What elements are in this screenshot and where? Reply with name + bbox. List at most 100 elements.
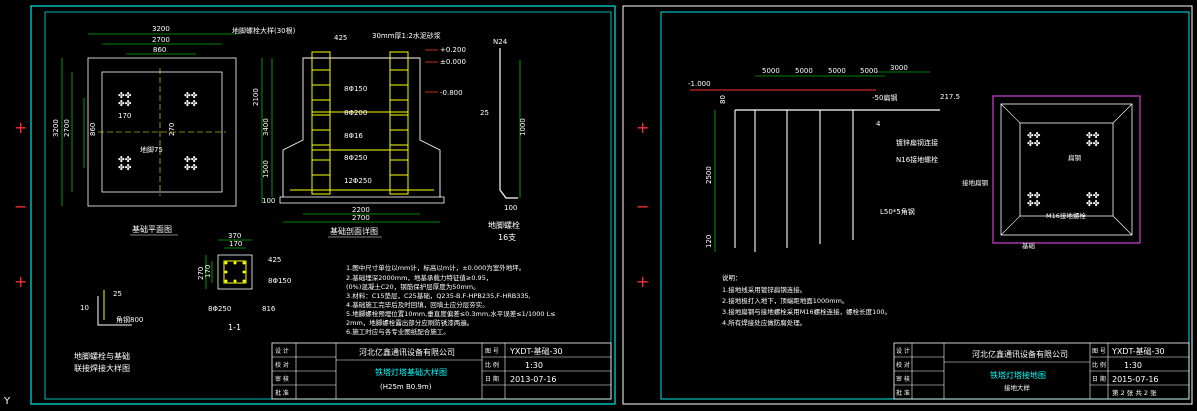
- rebar-label: 8Φ150: [268, 277, 291, 285]
- dim-label: 1500: [262, 160, 270, 178]
- level-label: +0.200: [440, 46, 466, 54]
- meta-label: 图 号: [485, 348, 499, 355]
- drawing-subtitle: 接地大样: [1004, 383, 1031, 392]
- row-label: 设 计: [275, 347, 289, 355]
- marker-plus: +: [636, 118, 649, 137]
- bolt-view-title: 地脚螺栓: [488, 220, 520, 230]
- marker-plus: +: [636, 272, 649, 291]
- row-label: 审 核: [896, 375, 910, 383]
- note-line: 2.接地极打入地下，顶端距地面1000mm。: [722, 296, 848, 305]
- bolt-group-icon: ✤✤: [184, 163, 198, 172]
- marker-minus: −: [636, 197, 649, 216]
- row-label: 批 准: [896, 389, 910, 397]
- note-line: 6.施工时应与各专业图纸配合施工。: [346, 327, 450, 336]
- rebar-label: 425: [268, 256, 281, 264]
- anchor-bolt-shape: [499, 48, 518, 199]
- left-markers: + − +: [14, 118, 27, 291]
- marker-plus: +: [14, 118, 27, 137]
- note-line: 1.图中尺寸单位以mm计，标高以m计，±0.000为室外地坪。: [346, 263, 525, 272]
- column-section: [217, 254, 253, 290]
- dim-label: 170: [229, 240, 242, 248]
- elevation-label: N16接地螺栓: [896, 155, 938, 164]
- dim-label: 1000: [519, 118, 527, 136]
- note-line: 5.地脚螺栓预埋位置10mm,垂直度偏差≤0.3mm,水平误差≤1/1000 L…: [346, 309, 556, 318]
- company-name: 河北亿鑫通讯设备有限公司: [359, 347, 455, 357]
- section-view: 425 2100 3400 1500 100 2200 2700 +0.200 …: [252, 31, 466, 238]
- dim-label: 3200: [52, 119, 60, 137]
- rebar-label: 8Φ250: [208, 305, 231, 313]
- bolt-group-icon: ✤✤: [1086, 199, 1100, 208]
- dim-label: 25: [113, 290, 122, 298]
- drawing-title: 铁塔灯塔基础大样图: [375, 367, 447, 377]
- anchor-bolt-groups: ✤✤ ✤✤ ✤✤ ✤✤ ✤✤ ✤✤ ✤✤ ✤✤: [118, 91, 198, 172]
- dim-label: 5000: [860, 67, 878, 75]
- section-1-1: 370 170 270 170 425 8Φ150 8Φ250 816 1-1: [197, 232, 291, 332]
- bolt-group-icon: ✤✤: [1027, 139, 1041, 148]
- section-text: 425 2100 3400 1500 100 2200 2700 +0.200 …: [252, 31, 466, 222]
- marker-plus: +: [14, 272, 27, 291]
- dim-label: 2100: [252, 88, 260, 106]
- dim-label: 100: [262, 197, 275, 205]
- grounding-plan-text: 扁钢 接地扁钢 M16接地螺栓 基础: [962, 153, 1086, 250]
- dim-label: 425: [334, 34, 347, 42]
- meta-label: 日 期: [485, 375, 499, 383]
- plan-label: 地脚螺栓大样(30根): [232, 26, 296, 35]
- grounding-detail: 25 10 角钢800 地脚螺栓与基础 联接焊接大样图: [74, 290, 143, 373]
- elevation-label: -50扁钢: [872, 93, 897, 102]
- row-label: 批 准: [275, 389, 289, 397]
- dim-label: 217.5: [940, 93, 960, 101]
- rebar-label: 8Φ250: [344, 154, 367, 162]
- drawing-date: 2013-07-16: [510, 375, 557, 384]
- dim-label: 3400: [262, 118, 270, 136]
- section-view-title: 基础剖面详图: [330, 226, 378, 236]
- ucs-label: Y: [3, 396, 11, 407]
- dim-label: 860: [89, 123, 97, 136]
- dim-label: 860: [153, 46, 166, 54]
- note-line: 1.接地线采用镀锌扁钢连接。: [722, 285, 806, 294]
- rebar-label: 8Φ16: [344, 132, 363, 140]
- dim-label: 5000: [762, 67, 780, 75]
- dim-label: 100: [504, 204, 517, 212]
- foundation-base: [279, 196, 445, 204]
- row-label: 校 对: [896, 361, 910, 369]
- meta-label: 比 例: [1092, 361, 1106, 369]
- bolt-group-icon: ✤✤: [118, 99, 132, 108]
- dim-label: 10: [80, 304, 89, 312]
- ground-rods: [734, 110, 854, 252]
- plan-view-title: 基础平面图: [132, 224, 172, 234]
- note-line: 3.接地扁钢与接地螺栓采用M16螺栓连接，螺栓长度100。: [722, 307, 891, 316]
- dim-label: 5000: [828, 67, 846, 75]
- sheet-1: ✤✤ ✤✤ ✤✤ ✤✤ ✤✤ ✤✤ ✤✤ ✤✤ 3200 2700 860 17…: [30, 5, 616, 405]
- drawing-subtitle: (H25m B0.9m): [380, 383, 432, 391]
- dim-label: 2200: [352, 206, 370, 214]
- level-label: ±0.000: [440, 58, 466, 66]
- elevation-text: 5000 5000 5000 5000 3000 -1.000 80 2500 …: [688, 64, 960, 248]
- sheet-1-outer-frame: [30, 5, 616, 405]
- plan-label: 扁钢: [1068, 153, 1082, 162]
- drawing-number: YXDT-基础-30: [1111, 346, 1165, 356]
- rebar-cages: [290, 51, 434, 195]
- dim-label: N24: [493, 38, 508, 46]
- plan-label: 基础: [1022, 241, 1036, 250]
- rebar-dots: [224, 261, 246, 283]
- rebar-label: 8Φ200: [344, 109, 367, 117]
- elevation-label: 镀锌扁钢连接: [896, 138, 938, 147]
- sheet-2-inner-frame: [660, 11, 1190, 400]
- sheet-2: 5000 5000 5000 5000 3000 -1.000 80 2500 …: [622, 5, 1193, 405]
- row-label: 校 对: [275, 361, 289, 369]
- rebar-label: 8Φ150: [344, 85, 367, 93]
- drawing-title: 铁塔灯塔接地图: [990, 370, 1046, 380]
- note-line: 2mm，地脚螺栓露出部分应刷防锈漆两遍。: [346, 318, 473, 327]
- rebar-label: 816: [262, 305, 276, 313]
- grounding-label: 角钢800: [116, 315, 143, 324]
- note-line: 说明：: [722, 273, 742, 282]
- sheet-1-notes: 1.图中尺寸单位以mm计，标高以m计，±0.000为室外地坪。 2.基础埋深20…: [346, 263, 556, 336]
- plan-label: 地脚75: [140, 145, 163, 154]
- grounding-title: 地脚螺栓与基础: [74, 351, 130, 361]
- bolt-view: N24 25 1000 100 地脚螺栓 16支: [480, 38, 527, 242]
- dim-label: 2700: [152, 36, 170, 44]
- note-line: 3.材料：C15垫层，C25基础，Q235-B.F-HPB235,F-HRB33…: [346, 291, 531, 300]
- note-line: 2.基础埋深2000mm，地基承载力特征值≥0.95，: [346, 273, 492, 282]
- bolt-group-icon: ✤✤: [1086, 139, 1100, 148]
- drawing-date: 2015-07-16: [1112, 375, 1159, 384]
